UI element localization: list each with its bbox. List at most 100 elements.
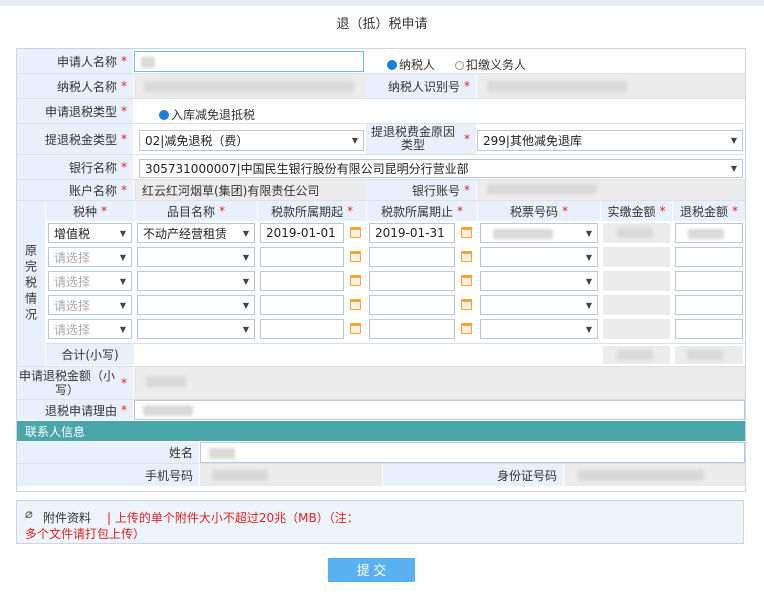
row-item-select[interactable]: [137, 319, 255, 339]
row-paid-value: [603, 319, 670, 339]
blurred-value: [141, 57, 155, 68]
original-tax-label: 原完税情况: [17, 201, 45, 366]
apply-reason-label: 退税申请理由 *: [17, 400, 133, 420]
id-card-value: [564, 464, 745, 486]
row1-refund-input[interactable]: [675, 223, 743, 243]
contact-name-label: 姓名: [17, 442, 199, 463]
row-tax-select[interactable]: 请选择: [48, 247, 132, 267]
col-header-to: 税款所属期止 *: [367, 201, 477, 221]
row-from-input[interactable]: [260, 319, 344, 339]
calendar-icon[interactable]: [350, 323, 361, 334]
applicant-input[interactable]: [134, 51, 364, 72]
row-refund-input[interactable]: [675, 319, 743, 339]
calendar-icon[interactable]: [350, 227, 361, 238]
row-ticket-select[interactable]: [480, 295, 598, 315]
tax-category-select[interactable]: 02|减免退税（费）: [139, 130, 364, 151]
attachment-note-1: | 上传的单个附件大小不超过20兆（MB）（注：: [107, 511, 359, 525]
reason-select[interactable]: 299|其他减免退库: [477, 130, 743, 151]
calendar-icon[interactable]: [461, 275, 472, 286]
row-ticket-select[interactable]: [480, 247, 598, 267]
total-label: 合计(小写): [46, 344, 134, 365]
row-item-select[interactable]: [137, 271, 255, 291]
col-header-tax: 税种 *: [46, 201, 134, 221]
row-to-input[interactable]: [369, 271, 455, 291]
taxpayer-id-label: 纳税人识别号 *: [366, 74, 476, 98]
contact-name-input[interactable]: [200, 442, 745, 463]
row-to-input[interactable]: [369, 295, 455, 315]
row1-from-input[interactable]: 2019-01-01: [260, 223, 344, 243]
calendar-icon[interactable]: [350, 299, 361, 310]
row1-tax-select[interactable]: 增值税: [48, 223, 132, 243]
row-paid-value: [603, 295, 670, 315]
calendar-icon[interactable]: [461, 227, 472, 238]
col-header-item: 品目名称 *: [135, 201, 257, 221]
phone-label: 手机号码: [17, 464, 199, 486]
taxpayer-radio[interactable]: 纳税人: [387, 56, 435, 73]
applicant-label: 申请人名称 *: [17, 49, 133, 73]
col-header-refund: 退税金额 *: [673, 201, 745, 221]
row-from-input[interactable]: [260, 247, 344, 267]
row-tax-select[interactable]: 请选择: [48, 271, 132, 291]
row1-to-input[interactable]: 2019-01-31: [369, 223, 455, 243]
phone-value: [200, 464, 382, 486]
contact-section-header: 联系人信息: [17, 421, 745, 441]
total-paid-value: [603, 346, 670, 364]
attachment-panel: ⌀ 附件资料 | 上传的单个附件大小不超过20兆（MB）（注： 多个文件请打包上…: [16, 500, 744, 544]
bank-label: 银行名称 *: [17, 155, 133, 179]
attachment-label[interactable]: 附件资料: [43, 509, 91, 526]
row1-paid-value: [603, 223, 670, 243]
row-ticket-select[interactable]: [480, 271, 598, 291]
row-tax-select[interactable]: 请选择: [48, 319, 132, 339]
row1-ticket-select[interactable]: [480, 223, 598, 243]
taxpayer-id-value: [477, 74, 745, 98]
radio-checked-icon: [159, 110, 169, 120]
refund-type-label: 申请退税类型 *: [17, 99, 133, 123]
row-item-select[interactable]: [137, 295, 255, 315]
account-no-value: [477, 180, 745, 200]
apply-amount-value: [134, 367, 745, 399]
apply-amount-label: 申请退税金额（小写） *: [17, 367, 133, 399]
refund-type-option[interactable]: 入库减免退抵税: [159, 106, 255, 123]
calendar-icon[interactable]: [461, 251, 472, 262]
account-no-label: 银行账号 *: [366, 180, 476, 200]
calendar-icon[interactable]: [461, 299, 472, 310]
row-paid-value: [603, 271, 670, 291]
calendar-icon[interactable]: [350, 251, 361, 262]
row-to-input[interactable]: [369, 319, 455, 339]
id-card-label: 身份证号码: [383, 464, 563, 486]
radio-empty-icon: [455, 61, 464, 70]
account-name-value: 红云红河烟草(集团)有限责任公司: [134, 180, 366, 200]
taxpayer-name-label: 纳税人名称 *: [17, 74, 133, 98]
row-from-input[interactable]: [260, 271, 344, 291]
row-tax-select[interactable]: 请选择: [48, 295, 132, 315]
row1-item-select[interactable]: 不动产经营租赁: [137, 223, 255, 243]
row-item-select[interactable]: [137, 247, 255, 267]
row-from-input[interactable]: [260, 295, 344, 315]
row-paid-value: [603, 247, 670, 267]
withholding-radio[interactable]: 扣缴义务人: [455, 56, 526, 73]
paperclip-icon: ⌀: [25, 507, 33, 522]
refund-form: 申请人名称 * 纳税人 扣缴义务人 纳税人名称 * 纳税人识别号 * 申请退税类型 * …: [16, 48, 746, 492]
calendar-icon[interactable]: [461, 323, 472, 334]
tax-category-label: 提退税金类型 *: [17, 124, 133, 154]
reason-label: 提退税费金原因类型 *: [366, 124, 476, 154]
radio-checked-icon: [387, 60, 397, 70]
attachment-note-2: 多个文件请打包上传）: [25, 527, 146, 541]
row-refund-input[interactable]: [675, 247, 743, 267]
col-header-ticket: 税票号码 *: [478, 201, 600, 221]
account-name-label: 账户名称 *: [17, 180, 133, 200]
apply-reason-input[interactable]: [134, 400, 745, 420]
row-refund-input[interactable]: [675, 295, 743, 315]
col-header-paid: 实缴金额 *: [601, 201, 672, 221]
submit-button[interactable]: 提 交: [328, 558, 415, 582]
top-bar: [0, 0, 764, 6]
total-refund-value: [675, 346, 743, 364]
taxpayer-name-value: [134, 74, 366, 98]
page-title: 退（抵）税申请: [336, 17, 428, 32]
row-to-input[interactable]: [369, 247, 455, 267]
bank-select[interactable]: 305731000007|中国民生银行股份有限公司昆明分行营业部: [139, 159, 743, 178]
row-ticket-select[interactable]: [480, 319, 598, 339]
col-header-from: 税款所属期起 *: [258, 201, 366, 221]
row-refund-input[interactable]: [675, 271, 743, 291]
calendar-icon[interactable]: [350, 275, 361, 286]
